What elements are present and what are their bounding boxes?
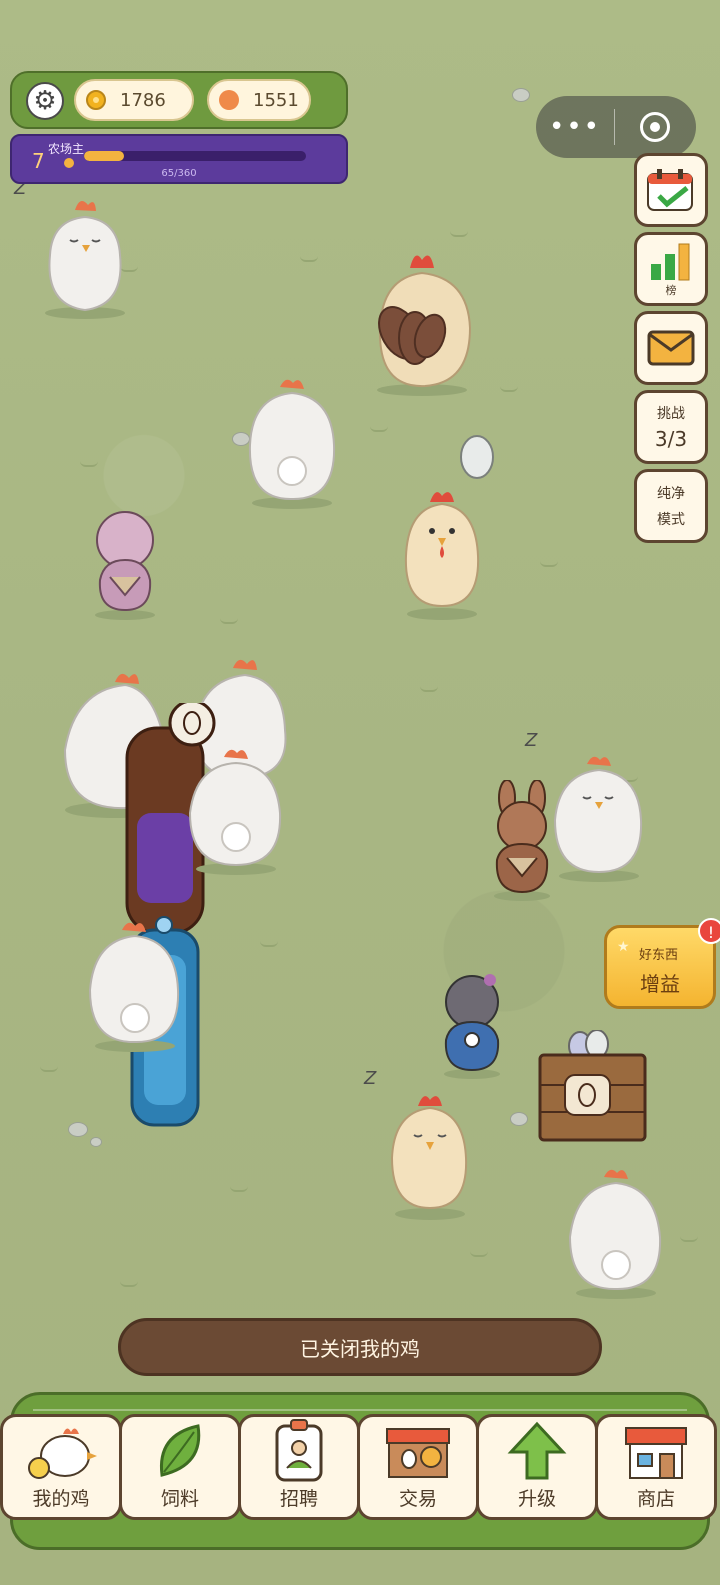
pure-mode-line1: 纯净 [657, 486, 685, 502]
tab-my-chickens[interactable]: 我的鸡 [0, 1414, 122, 1520]
xp-text: 65/360 [161, 168, 197, 179]
tab-upgrade[interactable]: 升级 [476, 1414, 598, 1520]
level-marker-icon [64, 158, 74, 168]
more-menu-icon[interactable]: ••• [536, 112, 614, 142]
pure-mode-button[interactable]: 纯净 模式 [634, 469, 708, 543]
hen-red-sleeping[interactable] [380, 1090, 480, 1220]
hen-white-back-3[interactable] [80, 918, 190, 1053]
challenge-label: 挑战 [657, 406, 685, 422]
pure-mode-line2: 模式 [657, 512, 685, 528]
goodies-title: 好东西 [639, 948, 679, 963]
gem-counter: 1551 [207, 79, 311, 121]
orange-gem-icon [219, 90, 239, 110]
mail-button[interactable] [634, 311, 708, 385]
coin-icon [86, 90, 106, 110]
xp-track [84, 151, 306, 161]
toast-message: 已关闭我的鸡 [118, 1318, 602, 1376]
tab-feed[interactable]: 饲料 [119, 1414, 241, 1520]
grass-tuft [370, 420, 388, 432]
calendar-check-icon [647, 169, 693, 211]
grass-tuft [680, 1230, 698, 1242]
notification-badge: ! [698, 918, 720, 944]
egg[interactable] [458, 431, 496, 481]
chicken-icon [28, 1427, 97, 1479]
tab-my-chickens-label: 我的鸡 [32, 1488, 90, 1510]
grass-tuft [420, 680, 438, 692]
grass-tuft [220, 612, 238, 624]
goodies-subtitle: 增益 [640, 972, 680, 996]
pebble [68, 1122, 88, 1137]
resource-bar: ⚙ 1786 1551 [10, 71, 348, 129]
level-progress-bar[interactable]: 7 农场主 65/360 [10, 134, 348, 184]
hen-red-comb[interactable] [392, 486, 492, 621]
tab-shop-label: 商店 [636, 1488, 675, 1510]
grass-tuft [300, 250, 318, 262]
tab-upgrade-label: 升级 [517, 1488, 556, 1510]
hen-white-back-4[interactable] [560, 1165, 672, 1300]
level-title: 农场主 [48, 142, 85, 156]
close-target-icon[interactable] [615, 112, 695, 142]
mail-envelope-icon [647, 330, 695, 366]
pebble [512, 88, 530, 102]
tab-trade[interactable]: 交易 [357, 1414, 479, 1520]
egg-crate[interactable] [535, 1030, 655, 1148]
worker-dog[interactable] [432, 970, 512, 1080]
hen-white-back-2[interactable] [180, 745, 292, 875]
market-stall-icon [386, 1427, 450, 1478]
calendar-checkin-button[interactable] [634, 153, 708, 227]
grass-tuft [450, 225, 468, 237]
tab-feed-label: 饲料 [160, 1488, 199, 1510]
tab-recruit-label: 招聘 [279, 1488, 318, 1510]
challenge-button[interactable]: 挑战 3/3 [634, 390, 708, 464]
grass-tuft [230, 1180, 248, 1192]
shop-store-icon [625, 1426, 687, 1479]
grass-tuft [500, 380, 518, 392]
grass-tuft [540, 555, 558, 567]
xp-fill [84, 151, 124, 161]
pebble [90, 1137, 102, 1147]
rooster-turkey[interactable] [360, 248, 485, 396]
coin-counter: 1786 [74, 79, 194, 121]
id-badge-icon [275, 1418, 323, 1481]
tab-shop[interactable]: 商店 [595, 1414, 717, 1520]
settings-gear-icon[interactable]: ⚙ [26, 82, 64, 120]
grass-tuft [260, 935, 278, 947]
up-arrow-icon [507, 1421, 567, 1479]
sleep-indicator: Z [525, 730, 538, 751]
leaderboard-bars-icon [651, 243, 690, 281]
hen-white-sleeping[interactable] [30, 195, 140, 320]
tab-trade-label: 交易 [398, 1488, 437, 1510]
gem-amount: 1551 [253, 89, 299, 111]
challenge-count: 3/3 [654, 427, 688, 451]
tab-recruit[interactable]: 招聘 [238, 1414, 360, 1520]
hen-white-back[interactable] [238, 375, 346, 510]
hen-white-sleeping-2[interactable] [545, 752, 653, 882]
leaf-icon [159, 1423, 201, 1477]
grass-tuft [470, 1245, 488, 1257]
grass-tuft [120, 1275, 138, 1287]
sleep-indicator: Z [364, 1068, 377, 1089]
leaderboard-label: 榜 [665, 284, 677, 297]
grass-tuft [80, 455, 98, 467]
worker-sheep[interactable] [86, 505, 164, 620]
pebble [510, 1112, 528, 1126]
star-icon: ★ [617, 939, 630, 955]
leaderboard-button[interactable]: 榜 [634, 232, 708, 306]
miniprogram-capsule: ••• [536, 96, 696, 158]
grass-tuft [40, 1060, 58, 1072]
coin-amount: 1786 [120, 89, 166, 111]
